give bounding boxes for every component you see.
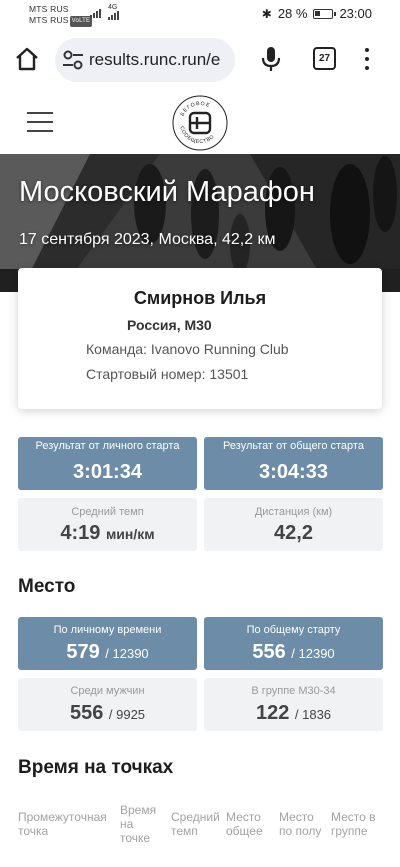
runner-team: Команда: Ivanovo Running Club [86,341,289,357]
place-gun-value: 556 [252,641,286,663]
url-text[interactable]: results.runc.run/e [89,50,220,70]
splits-col-place-gender[interactable]: Место по полу [279,810,329,838]
distance-tile: Дистанция (км) 42,2 [204,498,383,551]
net-time-tile: Результат от личного старта 3:01:34 [18,437,197,490]
runner-bib: Стартовый номер: 13501 [86,366,249,382]
place-group-tile: В группе M30-34 122 / 1836 [204,678,383,731]
splits-col-time[interactable]: Время на точке [120,803,166,845]
pace-tile: Средний темп 4:19 мин/км [18,498,197,551]
splits-col-place-group[interactable]: Место в группе [331,810,391,838]
microphone-icon[interactable] [260,46,282,72]
runner-card: Смирнов Илья Россия, M30 Команда: Ivanov… [18,268,382,409]
distance-label: Дистанция (км) [254,506,333,518]
runner-name: Смирнов Илья [133,288,267,308]
site-header: БЕГОВОЕ СООБЩЕСТВО [0,90,400,154]
place-group-label: В группе M30-34 [251,685,336,697]
place-gun-tile: По общему старту 556 / 12390 [204,617,383,670]
splits-section-title: Время на точках [18,757,174,778]
splits-col-place-overall[interactable]: Место общее [226,810,272,838]
event-subtitle: 17 сентября 2023, Москва, 42,2 км [19,231,276,248]
home-icon[interactable] [14,46,40,72]
place-section-title: Место [18,576,76,597]
carrier-2: MTS RUS [29,15,69,25]
hamburger-menu-icon[interactable] [27,112,53,132]
address-bar[interactable]: results.runc.run/e [55,38,235,82]
place-gender-label: Среди мужчин [70,685,145,697]
gun-time-tile: Результат от общего старта 3:04:33 [204,437,383,490]
place-group-value: 122 [255,702,290,724]
gun-time-value: 3:04:33 [259,461,328,483]
clock: 23:00 [339,6,372,21]
pace-label: Средний темп [71,506,144,518]
splits-col-checkpoint[interactable]: Промежуточная точка [18,810,118,838]
distance-value: 42,2 [274,522,313,544]
carrier-1: MTS RUS [29,4,69,14]
net-time-label: Результат от личного старта [35,440,180,452]
place-gender-value: 556 [69,702,104,724]
place-net-total: / 12390 [105,646,149,661]
status-right: ✱ 28 % 23:00 [262,6,372,21]
carrier-info: MTS RUS MTS RUS VoLTE [29,4,93,27]
more-menu-icon[interactable] [364,46,370,72]
browser-toolbar: results.runc.run/e 27 [0,30,400,90]
volte-badge: VoLTE [69,16,93,27]
signal-icon-2 [108,10,120,20]
pace-unit: мин/км [105,526,155,542]
signal-icon [90,8,102,18]
place-net-tile: По личному времени 579 / 12390 [18,617,197,670]
club-logo[interactable]: БЕГОВОЕ СООБЩЕСТВО [172,95,228,151]
status-bar: MTS RUS MTS RUS VoLTE 4G ✱ 28 % 23:00 [0,0,400,30]
place-gun-total: / 12390 [291,646,335,661]
splits-col-pace[interactable]: Средний темп [171,810,225,838]
place-net-value: 579 [66,641,100,663]
place-group-total: / 1836 [294,707,332,722]
place-gender-tile: Среди мужчин 556 / 9925 [18,678,197,731]
event-title: Московский Марафон [19,176,315,208]
gun-time-label: Результат от общего старта [223,440,364,452]
tab-switcher-button[interactable]: 27 [313,47,336,70]
runner-country-group: Россия, M30 [127,317,212,333]
battery-percent: 28 % [277,6,308,21]
place-gun-label: По общему старту [246,624,341,636]
place-net-label: По личному времени [53,624,162,636]
site-settings-icon[interactable] [62,50,84,70]
place-gender-total: / 9925 [108,707,146,722]
bluetooth-icon: ✱ [261,6,272,21]
battery-icon [313,8,337,19]
net-time-value: 3:01:34 [73,461,142,483]
pace-value: 4:19 [60,522,101,544]
